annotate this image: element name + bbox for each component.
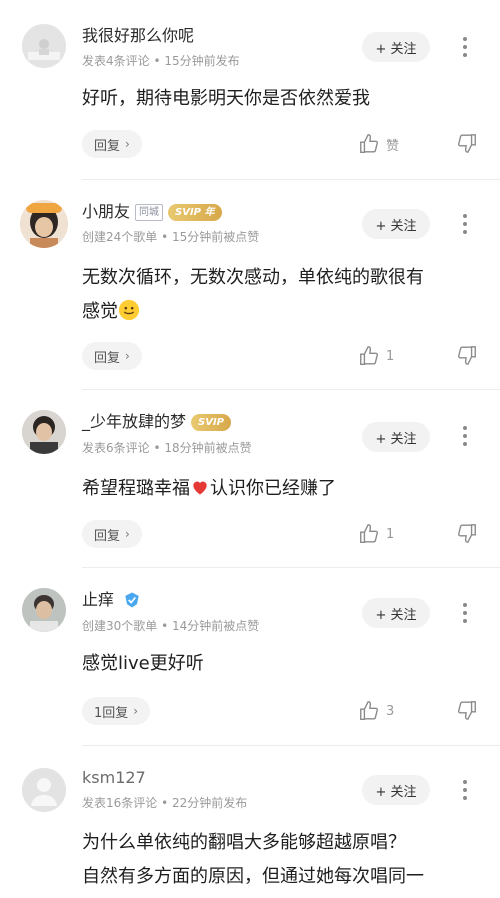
thumbs-up-icon bbox=[360, 524, 378, 543]
like-button[interactable]: 1 bbox=[358, 344, 394, 368]
comment-text: 感觉live更好听 bbox=[82, 653, 204, 674]
comment-item: 止痒 创建30个歌单 • 14分钟前被点赞 + 关注 感觉live更好听 1回复… bbox=[0, 568, 500, 746]
follow-button[interactable]: + 关注 bbox=[362, 209, 430, 239]
thumbs-up-icon bbox=[360, 701, 378, 720]
comment-meta: 创建30个歌单 • 14分钟前被点赞 bbox=[82, 619, 260, 633]
dislike-button[interactable] bbox=[456, 522, 480, 546]
more-options-icon[interactable] bbox=[456, 777, 474, 803]
dislike-button[interactable] bbox=[456, 132, 480, 156]
comment-item: 小朋友 同城 SVIP 年 创建24个歌单 • 15分钟前被点赞 + 关注 无数… bbox=[0, 180, 500, 390]
thumbs-down-icon bbox=[458, 701, 476, 720]
comment-text-part: 感觉 bbox=[82, 301, 118, 322]
avatar[interactable] bbox=[22, 588, 66, 632]
more-options-icon[interactable] bbox=[456, 600, 474, 626]
follow-button[interactable]: + 关注 bbox=[362, 32, 430, 62]
comment-meta: 发表16条评论 • 22分钟前发布 bbox=[82, 796, 248, 810]
username[interactable]: 止痒 bbox=[82, 588, 114, 612]
like-count: 1 bbox=[386, 526, 395, 542]
comment-meta: 发表6条评论 • 18分钟前被点赞 bbox=[82, 441, 252, 455]
avatar[interactable] bbox=[22, 410, 66, 454]
like-count: 1 bbox=[386, 348, 395, 364]
comment-item: ksm127 发表16条评论 • 22分钟前发布 + 关注 为什么单依纯的翻唱大… bbox=[0, 746, 500, 898]
comment-meta: 创建24个歌单 • 15分钟前被点赞 bbox=[82, 230, 260, 244]
chevron-right-icon: › bbox=[125, 527, 130, 541]
red-heart-emoji-icon bbox=[193, 481, 207, 495]
like-button[interactable]: 1 bbox=[358, 522, 394, 546]
chevron-right-icon: › bbox=[125, 349, 130, 363]
more-options-icon[interactable] bbox=[456, 34, 474, 60]
thumbs-up-icon bbox=[360, 346, 378, 365]
thumbs-down-icon bbox=[458, 346, 476, 365]
reply-button[interactable]: 1回复 › bbox=[82, 697, 151, 725]
avatar[interactable] bbox=[22, 768, 66, 812]
thumbs-down-icon bbox=[458, 134, 476, 153]
username[interactable]: _少年放肆的梦 bbox=[82, 410, 186, 434]
smile-emoji-icon bbox=[118, 299, 140, 321]
more-options-icon[interactable] bbox=[456, 211, 474, 237]
reply-label: 回复 bbox=[94, 528, 121, 544]
user-info: 小朋友 同城 SVIP 年 bbox=[82, 200, 222, 224]
same-city-tag: 同城 bbox=[135, 203, 164, 221]
reply-button[interactable]: 回复 › bbox=[82, 342, 142, 370]
comment-item: _少年放肆的梦 SVIP 发表6条评论 • 18分钟前被点赞 + 关注 希望程璐… bbox=[0, 390, 500, 568]
comment-text: 为什么单依纯的翻唱大多能够超越原唱？ 自然有多方面的原因，但通过她每次唱同一 bbox=[82, 826, 482, 894]
comment-item: 我很好那么你呢 发表4条评论 • 15分钟前发布 + 关注 好听，期待电影明天你… bbox=[0, 0, 500, 180]
user-info: _少年放肆的梦 SVIP bbox=[82, 410, 232, 434]
like-button[interactable]: 赞 bbox=[358, 132, 399, 156]
chevron-right-icon: › bbox=[133, 704, 139, 718]
comment-text: 无数次循环，无数次感动，单依纯的歌很有 感觉 bbox=[82, 261, 482, 329]
reply-label: 回复 bbox=[94, 138, 121, 154]
like-label: 赞 bbox=[386, 138, 400, 154]
follow-button[interactable]: + 关注 bbox=[362, 598, 430, 628]
comment-text-line: 为什么单依纯的翻唱大多能够超越原唱？ bbox=[82, 832, 406, 853]
username[interactable]: 小朋友 bbox=[82, 200, 130, 224]
dislike-button[interactable] bbox=[456, 344, 480, 368]
user-info: 我很好那么你呢 bbox=[82, 24, 194, 48]
comment-text: 好听，期待电影明天你是否依然爱我 bbox=[82, 88, 370, 109]
more-options-icon[interactable] bbox=[456, 423, 474, 449]
follow-button[interactable]: + 关注 bbox=[362, 422, 430, 452]
chevron-right-icon: › bbox=[125, 137, 130, 151]
reply-label: 回复 bbox=[94, 350, 121, 366]
user-info: 止痒 bbox=[82, 588, 142, 612]
reply-button[interactable]: 回复 › bbox=[82, 520, 142, 548]
like-button[interactable]: 3 bbox=[358, 699, 394, 723]
comment-text: 希望程璐幸福 认识你已经赚了 bbox=[82, 472, 482, 506]
thumbs-down-icon bbox=[458, 524, 476, 543]
comment-meta: 发表4条评论 • 15分钟前发布 bbox=[82, 54, 240, 68]
username[interactable]: 我很好那么你呢 bbox=[82, 24, 194, 48]
reply-button[interactable]: 回复 › bbox=[82, 130, 142, 158]
music-verified-icon bbox=[125, 592, 139, 608]
avatar[interactable] bbox=[22, 24, 66, 68]
follow-button[interactable]: + 关注 bbox=[362, 775, 430, 805]
thumbs-up-icon bbox=[360, 134, 378, 153]
comment-text-part: 认识你已经赚了 bbox=[210, 478, 336, 499]
comment-text-line: 无数次循环，无数次感动，单依纯的歌很有 bbox=[82, 267, 424, 288]
comment-text-line: 自然有多方面的原因，但通过她每次唱同一 bbox=[82, 866, 424, 887]
comment-text-line: 感觉 bbox=[82, 295, 482, 329]
avatar[interactable] bbox=[20, 200, 68, 248]
user-info: ksm127 bbox=[82, 766, 146, 790]
svip-badge[interactable]: SVIP 年 bbox=[168, 203, 222, 221]
comment-text-part: 希望程璐幸福 bbox=[82, 478, 190, 499]
like-count: 3 bbox=[386, 703, 395, 719]
svip-badge[interactable]: SVIP bbox=[191, 413, 232, 431]
dislike-button[interactable] bbox=[456, 699, 480, 723]
reply-label: 1回复 bbox=[94, 705, 129, 721]
username[interactable]: ksm127 bbox=[82, 766, 146, 790]
